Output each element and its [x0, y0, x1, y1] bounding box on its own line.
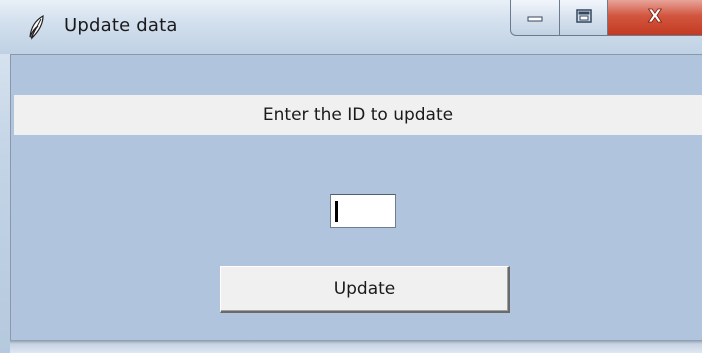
prompt-label: Enter the ID to update	[262, 105, 454, 125]
title-bar[interactable]: Update data X	[0, 0, 702, 54]
minimize-button[interactable]	[510, 0, 560, 36]
minimize-icon	[525, 8, 545, 27]
window-bottom-border	[10, 340, 702, 353]
caption-buttons: X	[510, 0, 702, 36]
prompt-band: Enter the ID to update	[14, 95, 702, 135]
maximize-icon	[574, 7, 594, 29]
text-caret	[335, 201, 338, 222]
feather-icon	[26, 14, 48, 40]
close-glyph: X	[648, 6, 662, 27]
close-button[interactable]: X	[608, 0, 702, 36]
id-input[interactable]	[330, 194, 396, 228]
maximize-button[interactable]	[560, 0, 608, 36]
app-window: Update data X Enter the ID to update Upd…	[0, 0, 702, 353]
update-button[interactable]: Update	[220, 266, 510, 313]
close-icon: X	[642, 5, 668, 31]
window-title: Update data	[64, 15, 178, 36]
